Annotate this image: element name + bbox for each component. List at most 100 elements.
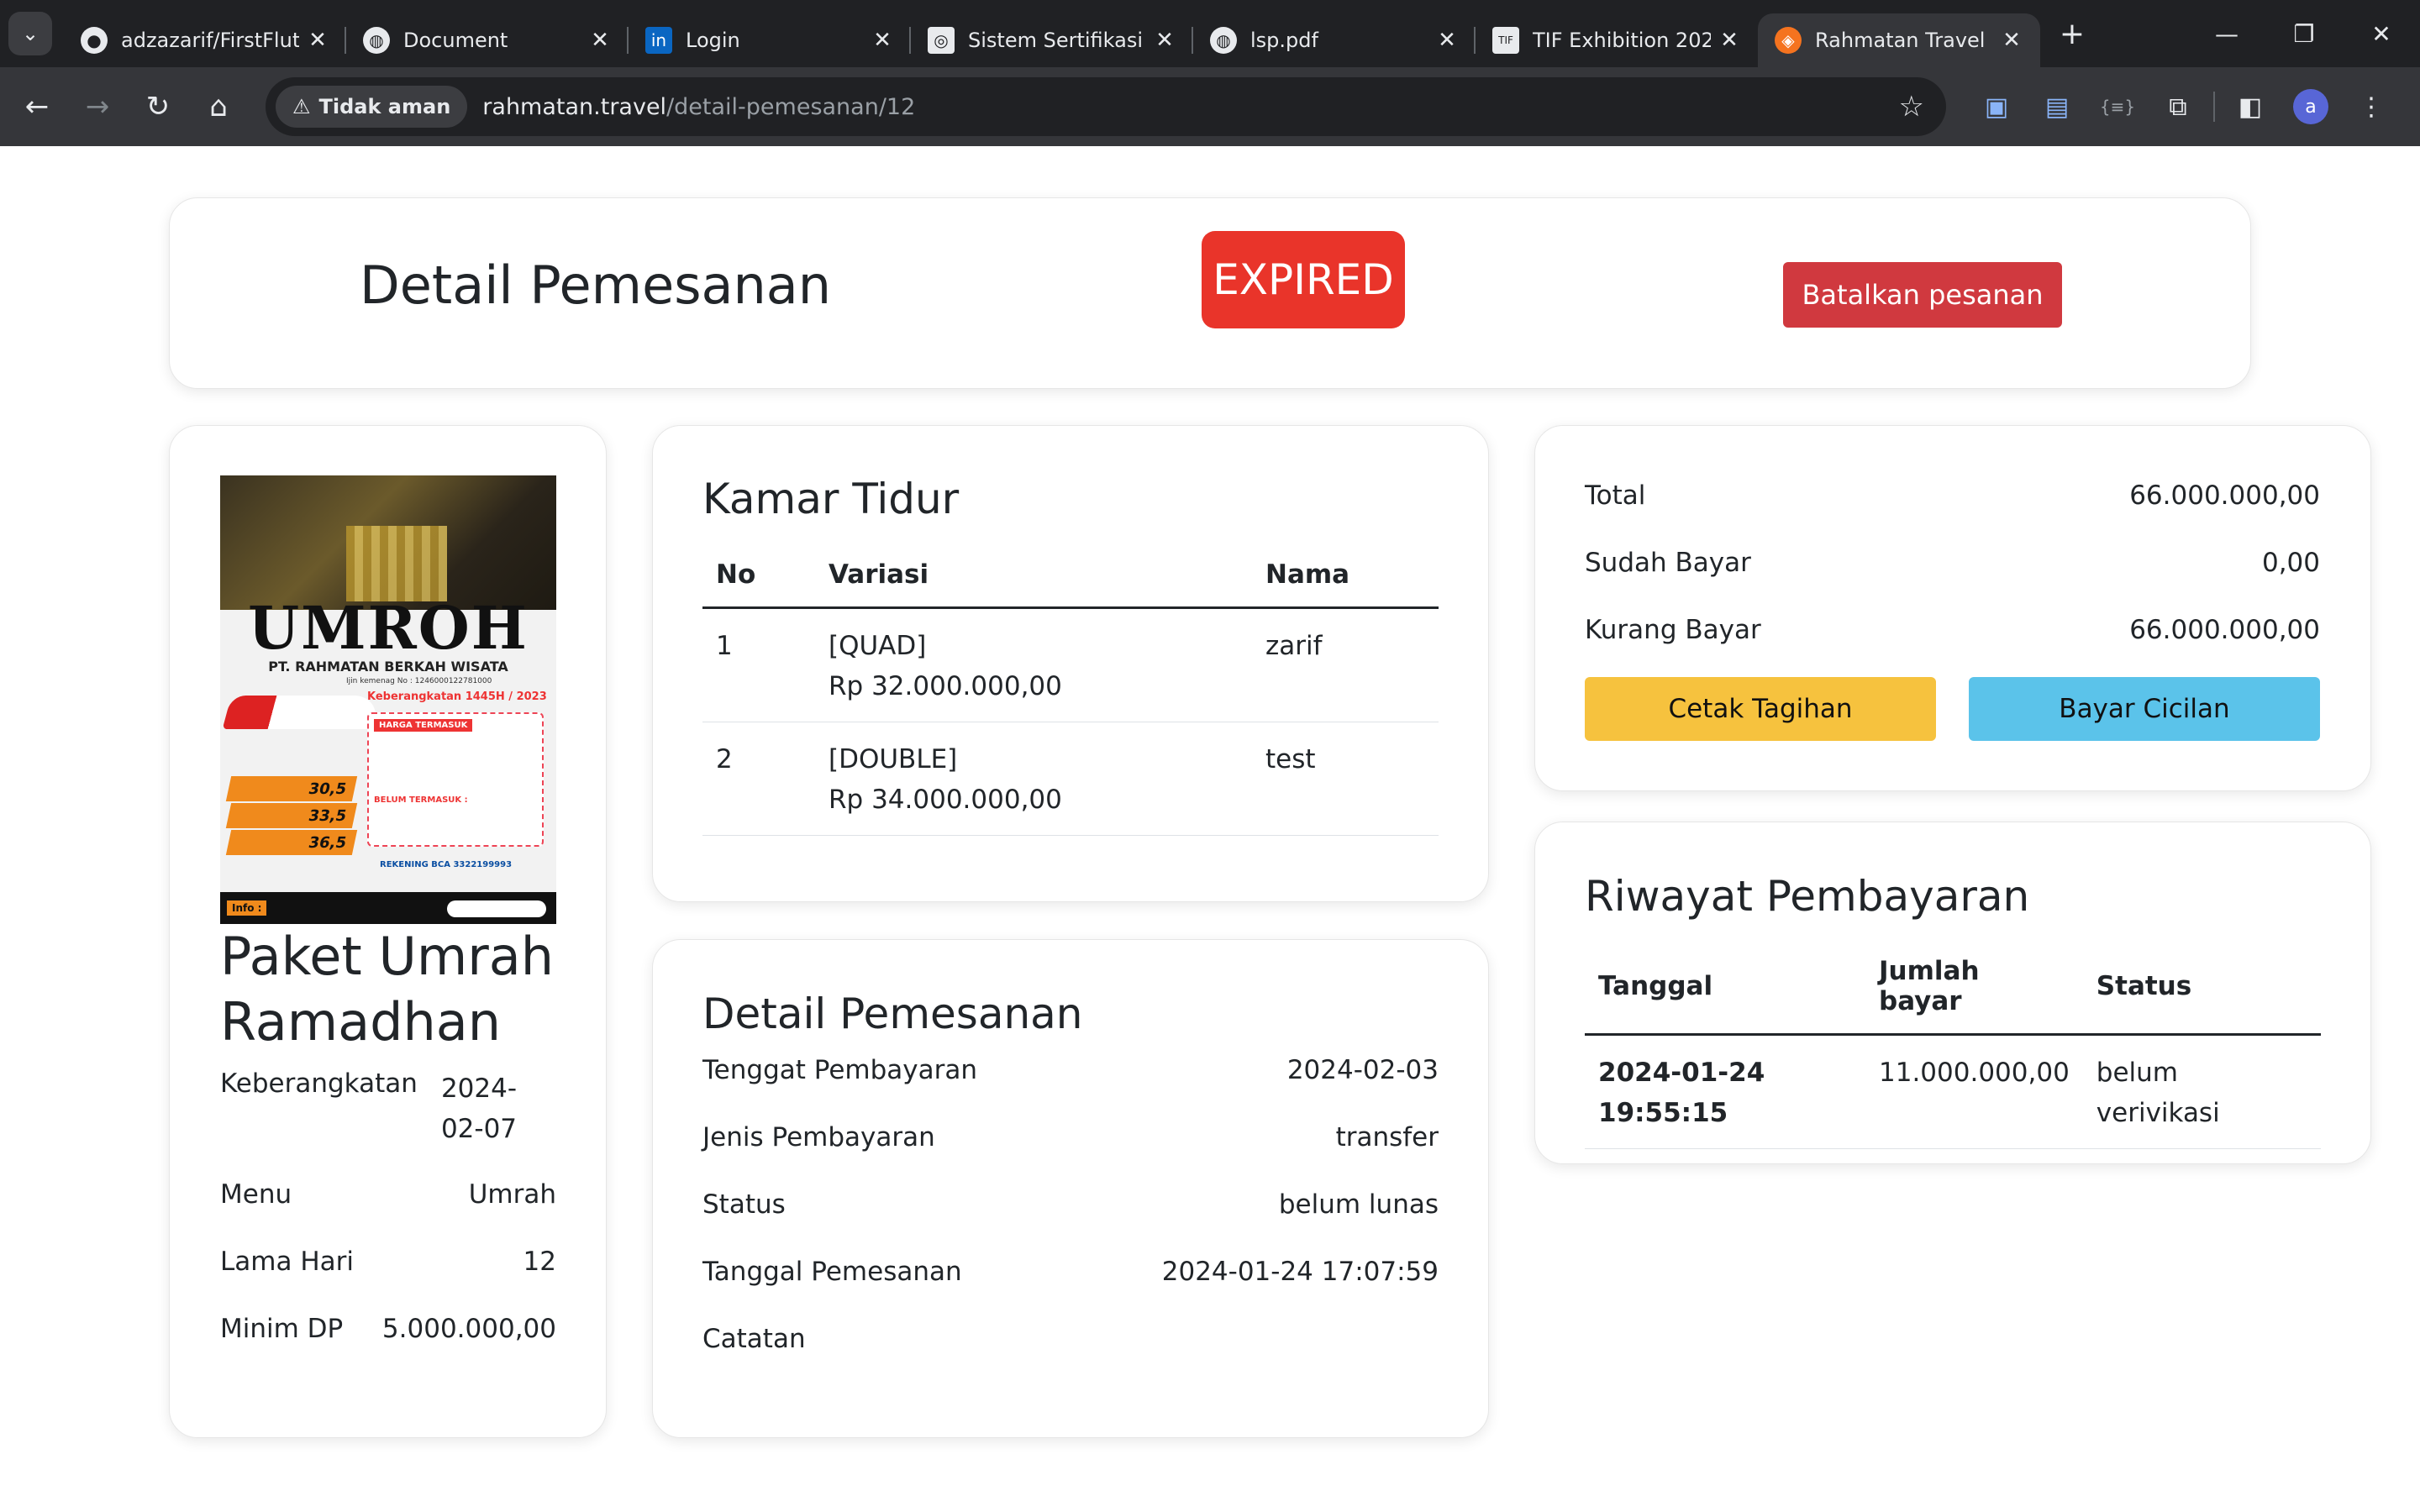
status-badge: EXPIRED xyxy=(1202,231,1405,328)
rahmatan-icon: ◈ xyxy=(1775,27,1802,54)
minimize-icon[interactable]: — xyxy=(2188,20,2265,48)
column-header: Tanggal xyxy=(1585,939,1865,1036)
room-name: test xyxy=(1252,722,1439,836)
bookmark-star-icon[interactable]: ☆ xyxy=(1899,90,1924,123)
close-icon[interactable]: ✕ xyxy=(588,28,612,53)
package-name: Paket Umrah Ramadhan xyxy=(220,926,555,1053)
close-icon[interactable]: ✕ xyxy=(1718,28,1741,53)
more-menu-icon[interactable]: ⋮ xyxy=(2341,92,2402,122)
booking-date-value: 2024-01-24 17:07:59 xyxy=(1161,1257,1439,1287)
back-icon[interactable]: ← xyxy=(7,90,67,123)
payment-type-label: Jenis Pembayaran xyxy=(702,1122,935,1152)
poster-price: 33,5 xyxy=(307,806,349,825)
kaaba-door-decoration xyxy=(346,526,447,601)
paid-value: 0,00 xyxy=(2261,548,2320,578)
security-indicator[interactable]: ⚠ Tidak aman xyxy=(276,86,468,128)
url-path: /detail-pemesanan/12 xyxy=(666,93,916,120)
room-name: zarif xyxy=(1252,607,1439,722)
payment-deadline-label: Tenggat Pembayaran xyxy=(702,1055,978,1085)
table-row: 2 [DOUBLE] Rp 34.000.000,00 test xyxy=(702,722,1439,836)
payment-type-value: transfer xyxy=(1335,1122,1439,1152)
extension-icon[interactable]: {≡} xyxy=(2087,97,2148,117)
remaining-label: Kurang Bayar xyxy=(1585,615,1761,645)
browser-tab[interactable]: TIF TIF Exhibition 2023 ✕ xyxy=(1476,13,1758,67)
address-bar[interactable]: ⚠ Tidak aman rahmatan.travel/detail-peme… xyxy=(266,77,1946,136)
close-icon[interactable]: ✕ xyxy=(871,28,894,53)
departure-value: 2024-02-07 xyxy=(440,1074,518,1144)
total-label: Total xyxy=(1585,480,1646,511)
poster-price: 36,5 xyxy=(307,833,349,852)
tab-title: TIF Exhibition 2023 xyxy=(1533,29,1711,52)
poster-company: PT. RAHMATAN BERKAH WISATA xyxy=(268,659,508,675)
globe-icon: ◍ xyxy=(363,27,390,54)
poster-price: 30,5 xyxy=(307,780,349,798)
package-poster-image: UMROH PT. RAHMATAN BERKAH WISATA Ijin ke… xyxy=(220,475,556,924)
extension-icon[interactable]: ▤ xyxy=(2027,92,2087,122)
restore-icon[interactable]: ❐ xyxy=(2265,20,2343,48)
poster-departure: Keberangkatan 1445H / 2023 xyxy=(367,690,547,703)
new-tab-button[interactable]: + xyxy=(2047,17,2097,51)
browser-tab[interactable]: ◎ Sistem Sertifikasi C ✕ xyxy=(911,13,1193,67)
tab-title: adzazarif/FirstFlutt xyxy=(121,29,299,52)
poster-includes-box: HARGA TERMASUK BELUM TERMASUK : xyxy=(367,712,544,847)
airplane-graphic xyxy=(222,696,383,729)
close-icon[interactable]: ✕ xyxy=(1435,28,1459,53)
booking-date-label: Tanggal Pemesanan xyxy=(702,1257,962,1287)
linkedin-icon: in xyxy=(645,27,672,54)
avatar[interactable]: a xyxy=(2293,89,2328,124)
forward-icon[interactable]: → xyxy=(67,90,128,123)
close-icon[interactable]: ✕ xyxy=(2000,28,2023,53)
room-variant: [DOUBLE] Rp 34.000.000,00 xyxy=(815,722,1252,836)
poster-price-tag: 36,5 xyxy=(225,830,358,855)
side-panel-icon[interactable]: ◧ xyxy=(2220,92,2281,122)
home-icon[interactable]: ⌂ xyxy=(188,90,249,123)
browser-tab[interactable]: in Login ✕ xyxy=(629,13,911,67)
whatsapp-pill xyxy=(447,900,546,917)
room-variant-type: [DOUBLE] xyxy=(829,744,958,774)
poster-title: UMROH xyxy=(248,593,529,663)
browser-tab-bar: ⌄ ● adzazarif/FirstFlutt ✕ ◍ Document ✕ … xyxy=(0,0,2420,67)
poster-footer: Info : xyxy=(220,892,556,924)
payment-history-table: Tanggal Jumlah bayar Status 2024-01-24 1… xyxy=(1585,939,2321,1149)
close-icon[interactable]: ✕ xyxy=(1153,28,1176,53)
menu-value: Umrah xyxy=(468,1179,556,1210)
min-dp-value: 5.000.000,00 xyxy=(381,1314,556,1344)
column-header: Nama xyxy=(1252,543,1439,609)
plus-icon: + xyxy=(2059,16,2086,51)
chevron-down-icon: ⌄ xyxy=(21,22,39,45)
print-invoice-button[interactable]: Cetak Tagihan xyxy=(1585,677,1936,741)
room-variant: [QUAD] Rp 32.000.000,00 xyxy=(815,607,1252,722)
table-header-row: Tanggal Jumlah bayar Status xyxy=(1585,939,2321,1036)
min-dp-label: Minim DP xyxy=(220,1314,344,1344)
tab-search-button[interactable]: ⌄ xyxy=(8,12,52,55)
poster-price-tag: 33,5 xyxy=(225,803,358,828)
warning-icon: ⚠ xyxy=(292,95,311,118)
extensions-area: ▣ ▤ {≡} ⧉ ◧ a ⋮ xyxy=(1966,67,2402,146)
translate-icon[interactable]: ▣ xyxy=(1966,92,2027,122)
browser-toolbar: ← → ↻ ⌂ ⚠ Tidak aman rahmatan.travel/det… xyxy=(0,67,2420,146)
cancel-order-button[interactable]: Batalkan pesanan xyxy=(1783,262,2062,328)
reload-icon[interactable]: ↻ xyxy=(128,90,188,123)
browser-tab-active[interactable]: ◈ Rahmatan Travel ✕ xyxy=(1758,13,2040,67)
poster-info-label: Info : xyxy=(227,900,267,916)
url-text[interactable]: rahmatan.travel/detail-pemesanan/12 xyxy=(482,94,915,120)
close-window-icon[interactable]: ✕ xyxy=(2343,20,2420,48)
table-header-row: No Variasi Nama xyxy=(702,543,1439,609)
booking-status-value: belum lunas xyxy=(1278,1189,1439,1220)
payment-date: 2024-01-24 19:55:15 xyxy=(1585,1034,1865,1149)
browser-tab[interactable]: ◍ Document ✕ xyxy=(346,13,629,67)
room-no: 2 xyxy=(702,722,815,836)
close-icon[interactable]: ✕ xyxy=(306,28,329,53)
remaining-value: 66.000.000,00 xyxy=(2129,615,2320,645)
app-icon: ◎ xyxy=(928,27,955,54)
poster-bank-account: REKENING BCA 3322199993 xyxy=(380,860,513,869)
duration-value: 12 xyxy=(523,1247,556,1277)
browser-tab[interactable]: ● adzazarif/FirstFlutt ✕ xyxy=(64,13,346,67)
payment-status: belum verivikasi xyxy=(2082,1034,2321,1149)
url-domain: rahmatan.travel xyxy=(482,93,667,120)
tab-title: Document xyxy=(403,29,508,52)
pay-installment-button[interactable]: Bayar Cicilan xyxy=(1969,677,2320,741)
puzzle-icon[interactable]: ⧉ xyxy=(2148,92,2208,122)
booking-detail-title: Detail Pemesanan xyxy=(702,990,1083,1038)
browser-tab[interactable]: ◍ lsp.pdf ✕ xyxy=(1193,13,1476,67)
